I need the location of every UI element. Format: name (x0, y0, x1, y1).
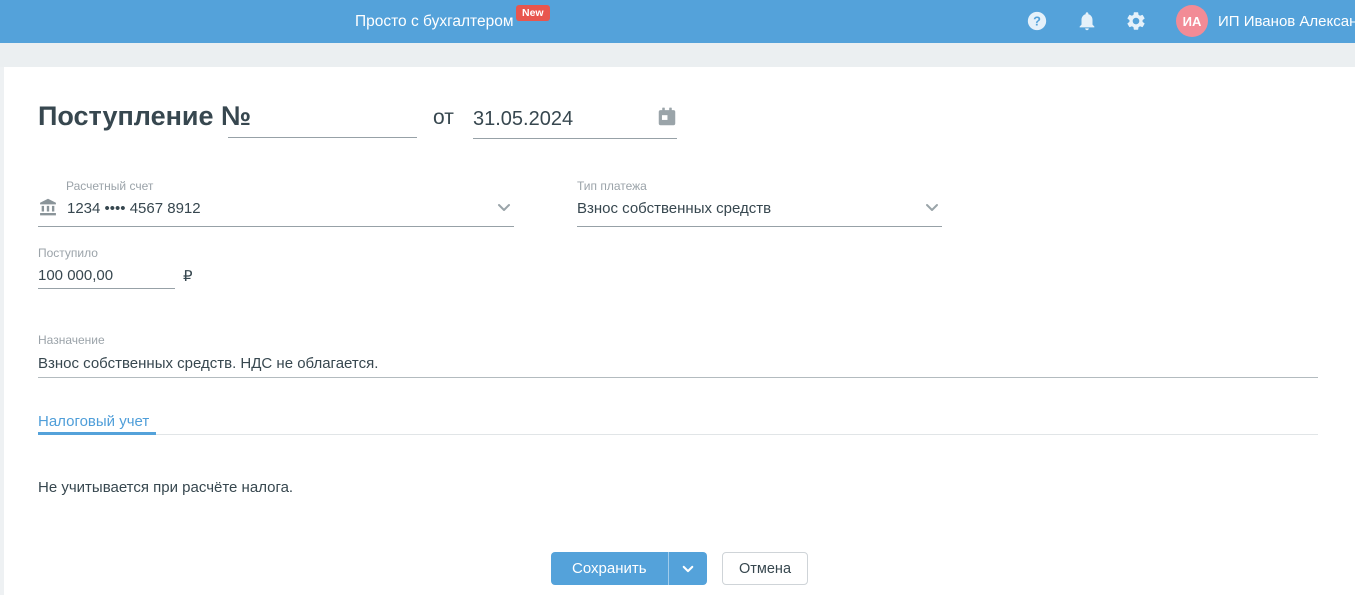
amount-underline (38, 288, 175, 289)
document-number-input[interactable] (228, 110, 417, 138)
page-title: Поступление № (38, 101, 252, 131)
tax-note: Не учитывается при расчёте налога. (38, 479, 294, 496)
gear-icon[interactable] (1125, 10, 1147, 32)
amount-input[interactable]: 100 000,00 (38, 267, 113, 284)
cancel-button[interactable]: Отмена (722, 552, 808, 585)
bank-icon (38, 198, 58, 217)
calendar-icon[interactable] (656, 106, 678, 128)
date-input[interactable]: 31.05.2024 (473, 108, 573, 131)
purpose-label: Назначение (38, 333, 105, 347)
payment-type-label: Тип платежа (577, 179, 647, 193)
account-underline (38, 226, 514, 227)
app-title: Просто с бухгалтером (355, 13, 514, 30)
tab-separator (38, 434, 1318, 435)
chevron-down-icon[interactable] (925, 203, 939, 212)
account-value: 1234 •••• 4567 8912 (67, 200, 201, 217)
tab-active-indicator (38, 432, 156, 435)
payment-type-value: Взнос собственных средств (577, 200, 772, 217)
tab-tax-accounting[interactable]: Налоговый учет (38, 413, 149, 430)
save-button-label: Сохранить (572, 560, 647, 577)
purpose-input[interactable]: Взнос собственных средств. НДС не облага… (38, 355, 378, 372)
help-icon[interactable]: ? (1026, 10, 1048, 32)
currency-symbol: ₽ (183, 268, 193, 285)
avatar[interactable]: ИА (1176, 5, 1208, 37)
date-underline (473, 138, 677, 139)
avatar-initials: ИА (1182, 13, 1202, 29)
sub-header-band (0, 43, 1355, 67)
user-menu[interactable]: ИП Иванов Алексан (1218, 0, 1355, 43)
date-prefix-label: от (433, 106, 454, 129)
amount-label: Поступило (38, 246, 98, 260)
new-badge: New (516, 5, 550, 21)
top-bar: Просто с бухгалтером New ? ИА ИП Иванов … (0, 0, 1355, 43)
account-label: Расчетный счет (66, 179, 154, 193)
purpose-underline (38, 377, 1318, 378)
payment-type-underline (577, 226, 942, 227)
chevron-down-icon[interactable] (497, 203, 511, 212)
left-gutter (0, 67, 4, 595)
save-options-chevron-icon[interactable] (669, 552, 707, 585)
account-select[interactable]: Расчетный счет 1234 •••• 4567 8912 (38, 175, 514, 227)
save-button[interactable]: Сохранить (551, 552, 707, 585)
receipt-form-page: Просто с бухгалтером New ? ИА ИП Иванов … (0, 0, 1355, 595)
svg-text:?: ? (1033, 14, 1041, 29)
payment-type-select[interactable]: Тип платежа Взнос собственных средств (577, 175, 942, 227)
bell-icon[interactable] (1076, 10, 1098, 32)
